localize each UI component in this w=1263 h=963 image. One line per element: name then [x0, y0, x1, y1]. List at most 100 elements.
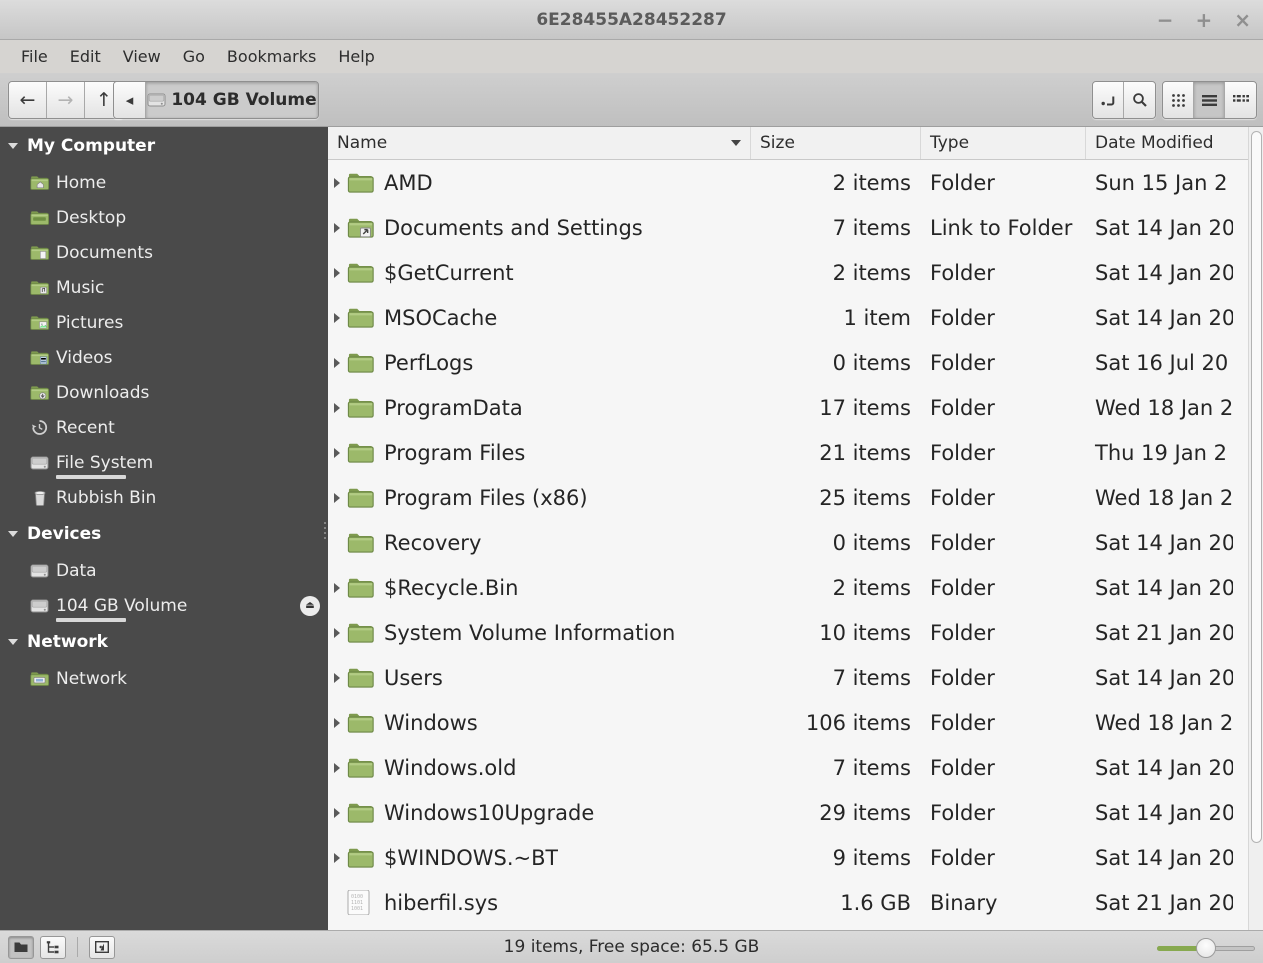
folder-home-icon [30, 174, 49, 191]
row-expander-icon[interactable] [334, 267, 347, 278]
icon-view-button[interactable] [1163, 82, 1194, 118]
forward-button[interactable]: → [47, 82, 85, 118]
list-view-button[interactable] [1194, 82, 1225, 118]
sidebar-item-desktop[interactable]: Desktop [0, 200, 328, 235]
pane-resize-grip[interactable] [324, 522, 326, 539]
row-expander-icon[interactable] [334, 582, 347, 593]
file-row[interactable]: Windows 106 items Folder Wed 18 Jan 2 [328, 700, 1263, 745]
sidebar-item-file-system[interactable]: File System [0, 445, 328, 480]
file-row[interactable]: Recovery 0 items Folder Sat 14 Jan 20 [328, 520, 1263, 565]
row-expander-icon[interactable] [334, 177, 347, 188]
row-expander-icon[interactable] [334, 492, 347, 503]
sidebar-item-home[interactable]: Home [0, 165, 328, 200]
title-bar[interactable]: 6E28455A28452287 − + × [0, 0, 1263, 40]
navigation-buttons: ← → ↑ [8, 81, 124, 119]
zoom-slider-handle[interactable] [1196, 938, 1216, 958]
column-header-date-modified[interactable]: Date Modified [1086, 127, 1248, 159]
row-expander-icon[interactable] [334, 402, 347, 413]
file-size: 21 items [819, 440, 911, 465]
row-expander-icon[interactable] [334, 762, 347, 773]
file-row[interactable]: System Volume Information 10 items Folder S… [328, 610, 1263, 655]
file-row[interactable]: Users 7 items Folder Sat 14 Jan 20 [328, 655, 1263, 700]
row-expander-icon[interactable] [334, 852, 347, 863]
column-header-size[interactable]: Size [751, 127, 921, 159]
column-header-label: Date Modified [1095, 133, 1214, 153]
back-button[interactable]: ← [9, 82, 47, 118]
file-row[interactable]: $Recycle.Bin 2 items Folder Sat 14 Jan 20 [328, 565, 1263, 610]
file-name: PerfLogs [384, 350, 474, 375]
file-row[interactable]: Windows.old 7 items Folder Sat 14 Jan 20 [328, 745, 1263, 790]
file-row[interactable]: Program Files (x86) 25 items Folder Wed 18 … [328, 475, 1263, 520]
row-expander-icon[interactable] [334, 807, 347, 818]
file-row[interactable]: AMD 2 items Folder Sun 15 Jan 2 [328, 160, 1263, 205]
sidebar-item-data[interactable]: Data [0, 553, 328, 588]
path-segment-volume[interactable]: 104 GB Volume [146, 82, 318, 118]
path-scroll-left-button[interactable]: ◂ [114, 82, 146, 118]
folder-icon [347, 170, 377, 195]
menu-bookmarks[interactable]: Bookmarks [216, 43, 327, 70]
row-expander-icon[interactable] [334, 717, 347, 728]
sidebar-item-downloads[interactable]: Downloads [0, 375, 328, 410]
column-header-type[interactable]: Type [921, 127, 1086, 159]
drive-icon [30, 597, 49, 614]
hide-sidebar-button[interactable] [89, 935, 115, 959]
file-row[interactable]: Program Files 21 items Folder Thu 19 Jan 2 [328, 430, 1263, 475]
row-expander-icon[interactable] [334, 627, 347, 638]
sort-descending-icon[interactable] [731, 140, 741, 146]
menu-go[interactable]: Go [172, 43, 216, 70]
close-button[interactable]: × [1234, 10, 1251, 30]
menu-file[interactable]: File [10, 43, 59, 70]
sidebar-item-pictures[interactable]: Pictures [0, 305, 328, 340]
sidebar-item-documents[interactable]: Documents [0, 235, 328, 270]
folder-icon [347, 530, 377, 555]
row-expander-icon[interactable] [334, 447, 347, 458]
file-date-modified: Sat 16 Jul 20 [1095, 350, 1229, 375]
sidebar-item-videos[interactable]: Videos [0, 340, 328, 375]
sidebar-item-rubbish-bin[interactable]: Rubbish Bin [0, 480, 328, 515]
file-row[interactable]: 0100 1101 1001 hiberfil.sys 1.6 GB Binary Sat … [328, 880, 1263, 925]
zoom-slider[interactable] [1157, 938, 1255, 958]
sidebar-item-music[interactable]: Music [0, 270, 328, 305]
menu-view[interactable]: View [112, 43, 172, 70]
row-expander-icon[interactable] [334, 357, 347, 368]
file-row[interactable]: MSOCache 1 item Folder Sat 14 Jan 20 [328, 295, 1263, 340]
sidebar-item-recent[interactable]: Recent [0, 410, 328, 445]
menu-help[interactable]: Help [327, 43, 385, 70]
sidebar-section-devices[interactable]: Devices [0, 515, 328, 553]
row-expander-icon[interactable] [334, 672, 347, 683]
file-row[interactable]: Windows10Upgrade 29 items Folder Sat 14 Jan… [328, 790, 1263, 835]
sidebar-item-104-gb-volume[interactable]: 104 GB Volume ⏏ [0, 588, 328, 623]
search-button[interactable] [1124, 82, 1155, 118]
scrollbar-thumb[interactable] [1251, 131, 1262, 843]
show-places-button[interactable] [8, 935, 34, 959]
file-type: Folder [930, 395, 995, 420]
row-expander-icon[interactable] [334, 222, 347, 233]
eject-button[interactable]: ⏏ [300, 595, 320, 616]
file-row[interactable]: ProgramData 17 items Folder Wed 18 Jan 2 [328, 385, 1263, 430]
eject-icon: ⏏ [305, 600, 315, 611]
file-row[interactable]: Documents and Settings 7 items Link to Fol… [328, 205, 1263, 250]
sidebar-section-network[interactable]: Network [0, 623, 328, 661]
statusbar-separator [77, 937, 78, 957]
toolbar: ← → ↑ ◂ 104 GB Volume [0, 73, 1263, 127]
maximize-button[interactable]: + [1195, 10, 1212, 30]
sidebar-section-my-computer[interactable]: My Computer [0, 127, 328, 165]
sidebar-item-network[interactable]: Network [0, 661, 328, 696]
show-treeview-button[interactable] [40, 935, 66, 959]
menu-edit[interactable]: Edit [59, 43, 112, 70]
drive-icon [30, 562, 49, 579]
compact-view-button[interactable] [1225, 82, 1256, 118]
chevron-down-icon [8, 143, 18, 149]
column-header-name[interactable]: Name [328, 127, 751, 159]
vertical-scrollbar[interactable] [1248, 127, 1263, 930]
minimize-button[interactable]: − [1157, 10, 1174, 30]
toggle-location-entry-button[interactable] [1093, 82, 1124, 118]
file-row[interactable]: $GetCurrent 2 items Folder Sat 14 Jan 20 [328, 250, 1263, 295]
file-date-modified: Wed 18 Jan 2 [1095, 485, 1233, 510]
file-row[interactable]: $WINDOWS.~BT 9 items Folder Sat 14 Jan 20 [328, 835, 1263, 880]
file-size: 7 items [832, 755, 911, 780]
file-row[interactable]: PerfLogs 0 items Folder Sat 16 Jul 20 [328, 340, 1263, 385]
row-expander-icon[interactable] [334, 312, 347, 323]
grid-view-icon [1171, 93, 1185, 107]
file-date-modified: Sat 21 Jan 20 [1095, 890, 1233, 915]
